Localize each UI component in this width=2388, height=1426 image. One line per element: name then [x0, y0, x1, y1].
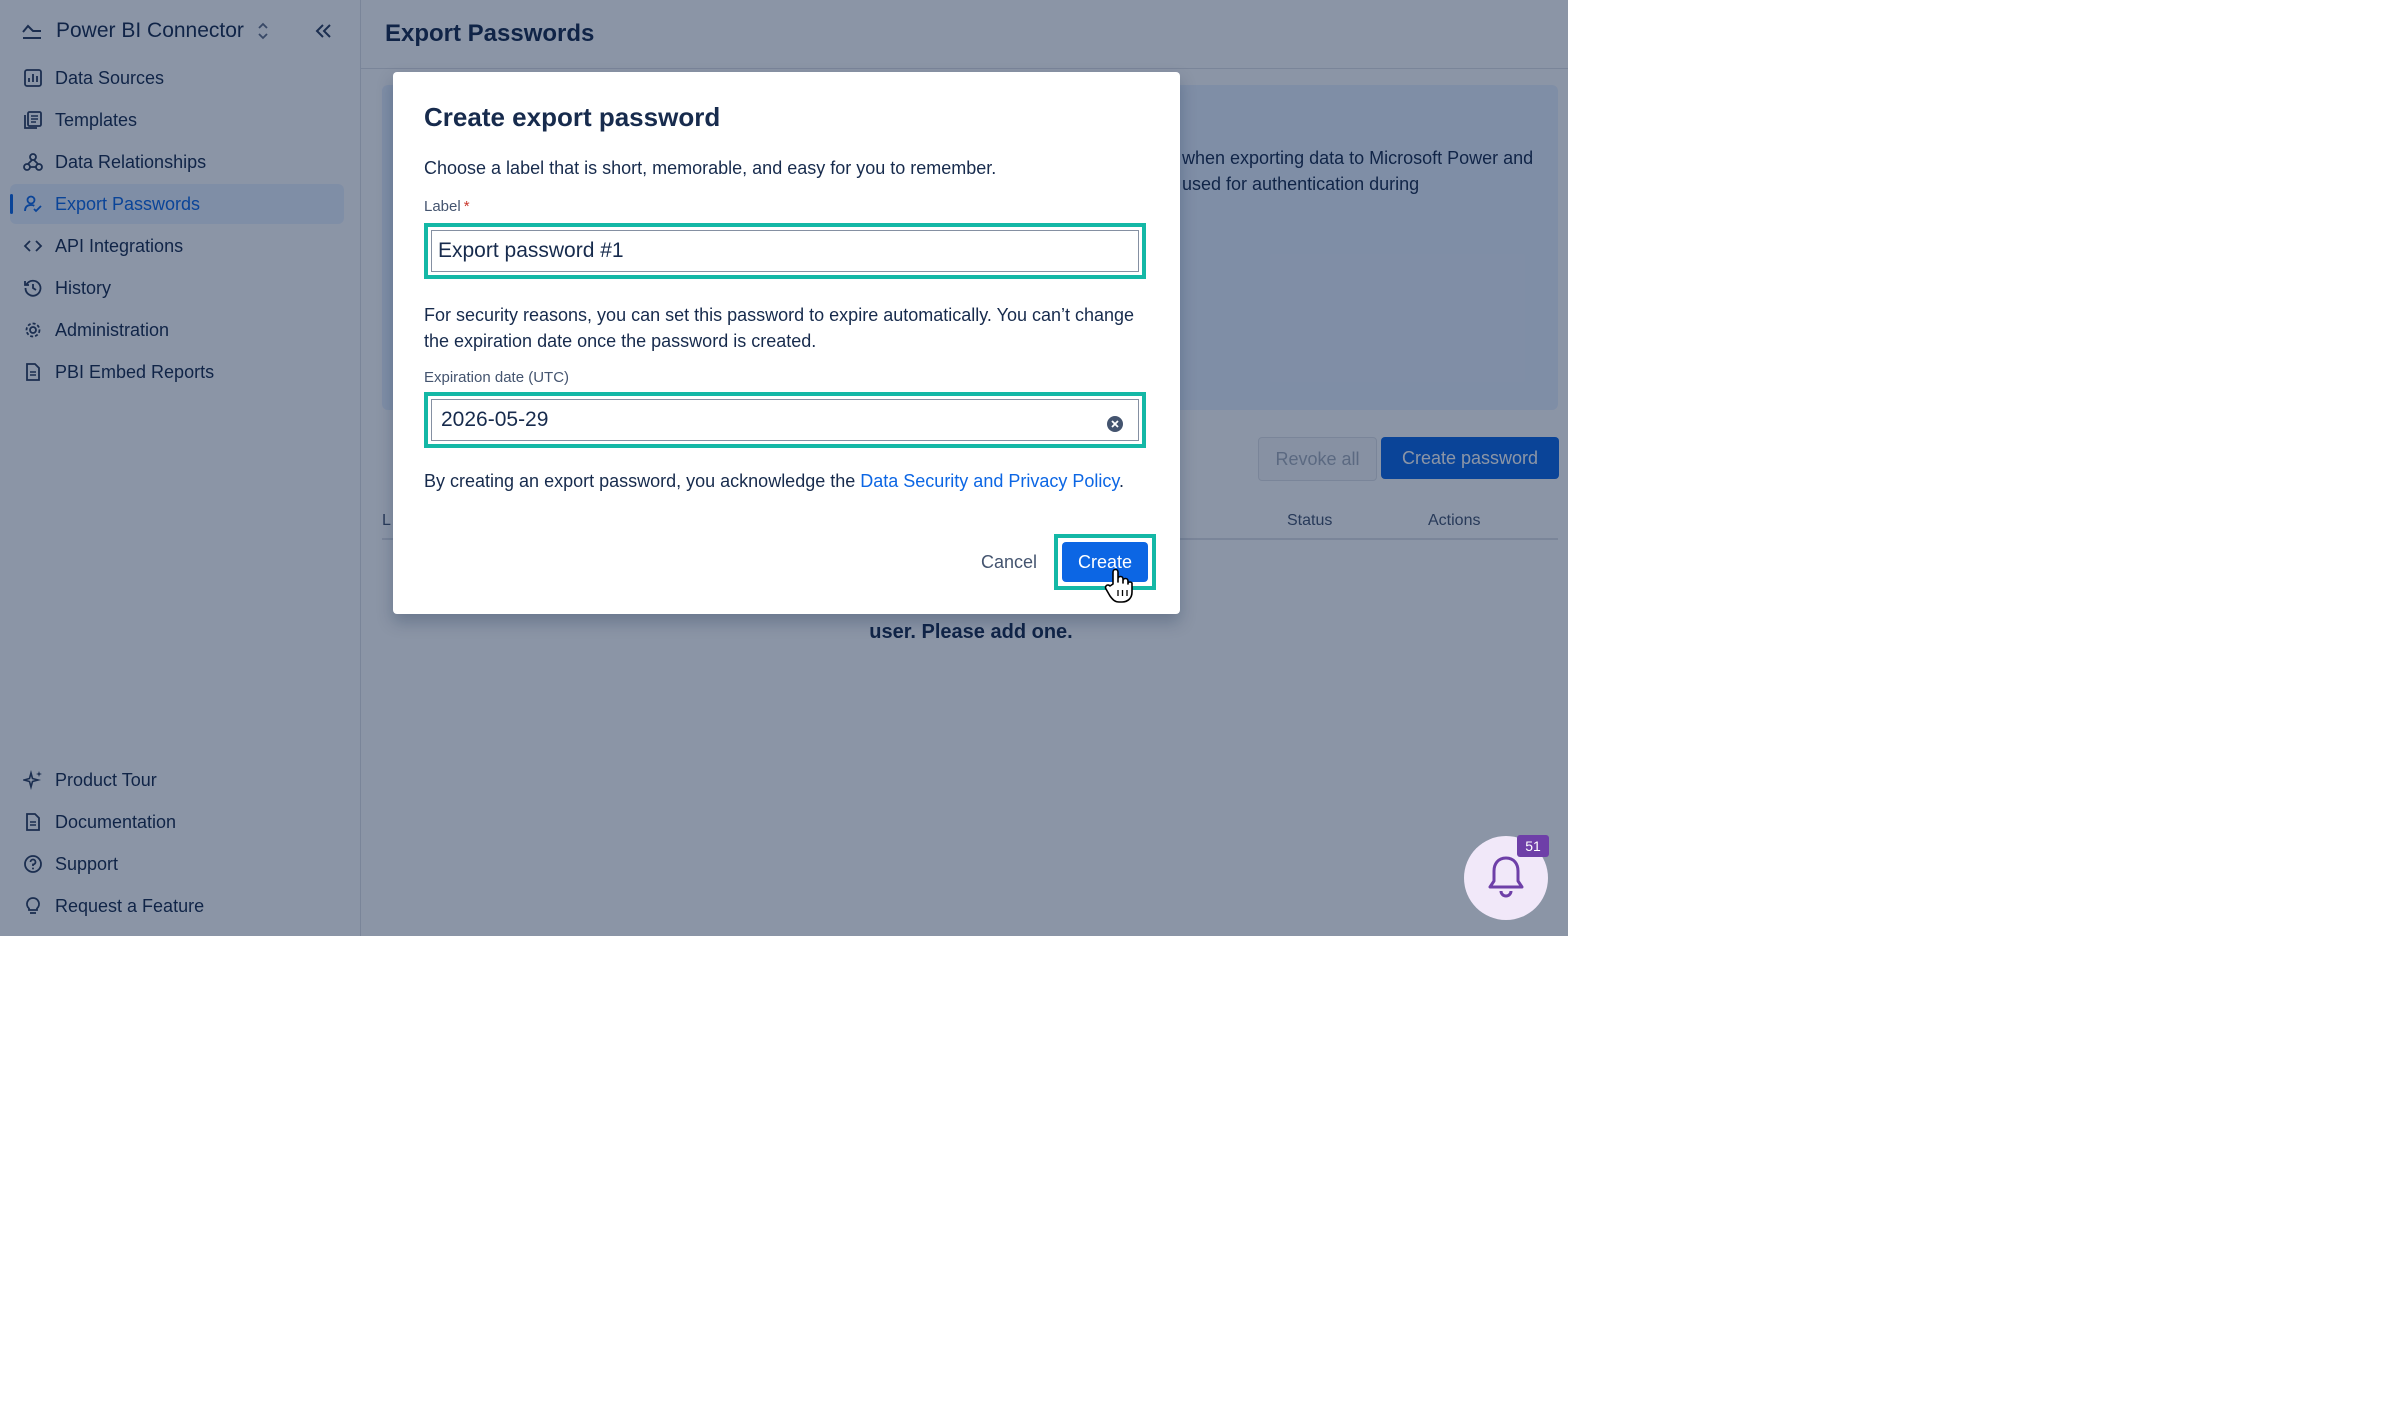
dialog-description: Choose a label that is short, memorable,…: [424, 158, 997, 178]
acknowledgement-text: By creating an export password, you ackn…: [424, 468, 1149, 494]
label-input[interactable]: Export password #1: [431, 230, 1139, 272]
label-field-label: Label *: [424, 198, 470, 215]
bell-icon: [1486, 854, 1526, 903]
privacy-policy-link[interactable]: Data Security and Privacy Policy: [860, 471, 1119, 491]
expiration-date-input[interactable]: 2026-05-29: [431, 399, 1139, 441]
notification-count-badge: 51: [1517, 835, 1549, 857]
label-field-text: Label: [424, 198, 461, 215]
label-input-highlight: Export password #1: [424, 223, 1146, 279]
required-marker: *: [463, 198, 470, 215]
clear-icon[interactable]: [1106, 415, 1124, 433]
dialog-title: Create export password: [424, 102, 721, 132]
ack-prefix: By creating an export password, you ackn…: [424, 471, 861, 491]
hand-pointer-icon: [1104, 568, 1134, 604]
expiration-field-label: Expiration date (UTC): [424, 369, 570, 386]
cancel-button[interactable]: Cancel: [969, 543, 1049, 581]
expiration-date-value: 2026-05-29: [441, 408, 549, 431]
ack-suffix: .: [1119, 471, 1125, 491]
expiration-input-highlight: 2026-05-29: [424, 392, 1146, 448]
security-text: For security reasons, you can set this p…: [424, 305, 1135, 351]
create-export-password-dialog: Create export password Choose a label th…: [393, 72, 1180, 614]
